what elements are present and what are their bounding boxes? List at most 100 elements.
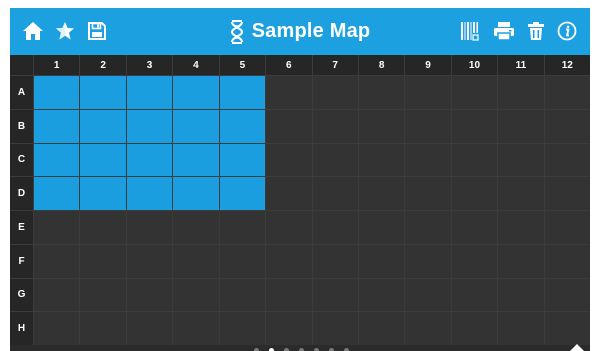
row-header[interactable]: H <box>10 312 33 345</box>
well-B5[interactable] <box>219 109 266 143</box>
column-header[interactable]: 10 <box>451 55 498 75</box>
well-G10[interactable] <box>451 278 498 312</box>
well-G5[interactable] <box>219 278 266 312</box>
well-H1[interactable] <box>34 312 80 345</box>
well-G11[interactable] <box>498 278 544 312</box>
row-header[interactable]: B <box>10 109 33 143</box>
well-D4[interactable] <box>173 177 219 210</box>
well-C2[interactable] <box>80 143 126 177</box>
well-C9[interactable] <box>405 143 451 177</box>
well-D2[interactable] <box>80 177 126 210</box>
column-header[interactable]: 5 <box>219 55 266 75</box>
well-G4[interactable] <box>173 278 219 312</box>
well-A6[interactable] <box>266 76 312 109</box>
column-header[interactable]: 4 <box>173 55 219 75</box>
well-E12[interactable] <box>544 211 590 244</box>
column-header[interactable]: 7 <box>312 55 358 75</box>
well-G1[interactable] <box>34 278 80 312</box>
well-E6[interactable] <box>266 211 312 244</box>
well-E5[interactable] <box>219 211 266 244</box>
well-B7[interactable] <box>312 109 358 143</box>
well-H7[interactable] <box>312 312 358 345</box>
row-header[interactable]: A <box>10 76 33 109</box>
well-H11[interactable] <box>498 312 544 345</box>
well-B4[interactable] <box>173 109 219 143</box>
well-A5[interactable] <box>219 76 266 109</box>
well-C5[interactable] <box>219 143 266 177</box>
well-F10[interactable] <box>451 244 498 278</box>
column-header[interactable]: 8 <box>358 55 405 75</box>
well-F4[interactable] <box>173 244 219 278</box>
well-E2[interactable] <box>80 211 126 244</box>
well-F8[interactable] <box>358 244 405 278</box>
well-D10[interactable] <box>451 177 498 210</box>
expand-arrow-icon[interactable] <box>570 344 584 351</box>
info-button[interactable] <box>552 16 582 46</box>
well-H10[interactable] <box>451 312 498 345</box>
well-D6[interactable] <box>266 177 312 210</box>
row-header[interactable]: F <box>10 244 33 278</box>
well-H5[interactable] <box>219 312 266 345</box>
well-A8[interactable] <box>358 76 405 109</box>
well-A3[interactable] <box>126 76 173 109</box>
well-E3[interactable] <box>126 211 173 244</box>
column-header[interactable]: 12 <box>544 55 590 75</box>
well-B10[interactable] <box>451 109 498 143</box>
column-header[interactable]: 9 <box>405 55 451 75</box>
well-H2[interactable] <box>80 312 126 345</box>
well-F1[interactable] <box>34 244 80 278</box>
row-header[interactable]: D <box>10 177 33 210</box>
well-H9[interactable] <box>405 312 451 345</box>
well-F5[interactable] <box>219 244 266 278</box>
well-G6[interactable] <box>266 278 312 312</box>
well-A4[interactable] <box>173 76 219 109</box>
well-C1[interactable] <box>34 143 80 177</box>
well-E8[interactable] <box>358 211 405 244</box>
column-header[interactable]: 2 <box>80 55 126 75</box>
well-E4[interactable] <box>173 211 219 244</box>
well-A10[interactable] <box>451 76 498 109</box>
well-F12[interactable] <box>544 244 590 278</box>
well-G9[interactable] <box>405 278 451 312</box>
well-H3[interactable] <box>126 312 173 345</box>
print-button[interactable] <box>489 16 519 46</box>
well-F9[interactable] <box>405 244 451 278</box>
well-A12[interactable] <box>544 76 590 109</box>
well-C6[interactable] <box>266 143 312 177</box>
well-D5[interactable] <box>219 177 266 210</box>
well-F6[interactable] <box>266 244 312 278</box>
well-C10[interactable] <box>451 143 498 177</box>
barcode-button[interactable] <box>455 16 485 46</box>
column-header[interactable]: 6 <box>266 55 312 75</box>
row-header[interactable]: G <box>10 278 33 312</box>
delete-button[interactable] <box>521 16 551 46</box>
well-H4[interactable] <box>173 312 219 345</box>
row-header[interactable]: E <box>10 211 33 244</box>
well-G7[interactable] <box>312 278 358 312</box>
home-button[interactable] <box>18 16 48 46</box>
well-D1[interactable] <box>34 177 80 210</box>
well-D8[interactable] <box>358 177 405 210</box>
well-D9[interactable] <box>405 177 451 210</box>
well-G3[interactable] <box>126 278 173 312</box>
well-F11[interactable] <box>498 244 544 278</box>
column-header[interactable]: 11 <box>498 55 544 75</box>
column-header[interactable]: 3 <box>126 55 173 75</box>
well-A7[interactable] <box>312 76 358 109</box>
well-C4[interactable] <box>173 143 219 177</box>
well-D11[interactable] <box>498 177 544 210</box>
well-B9[interactable] <box>405 109 451 143</box>
well-D12[interactable] <box>544 177 590 210</box>
well-H12[interactable] <box>544 312 590 345</box>
well-C8[interactable] <box>358 143 405 177</box>
well-B12[interactable] <box>544 109 590 143</box>
well-E10[interactable] <box>451 211 498 244</box>
well-A11[interactable] <box>498 76 544 109</box>
well-H6[interactable] <box>266 312 312 345</box>
well-D3[interactable] <box>126 177 173 210</box>
well-B6[interactable] <box>266 109 312 143</box>
row-header[interactable]: C <box>10 143 33 177</box>
well-B8[interactable] <box>358 109 405 143</box>
well-G2[interactable] <box>80 278 126 312</box>
well-E7[interactable] <box>312 211 358 244</box>
